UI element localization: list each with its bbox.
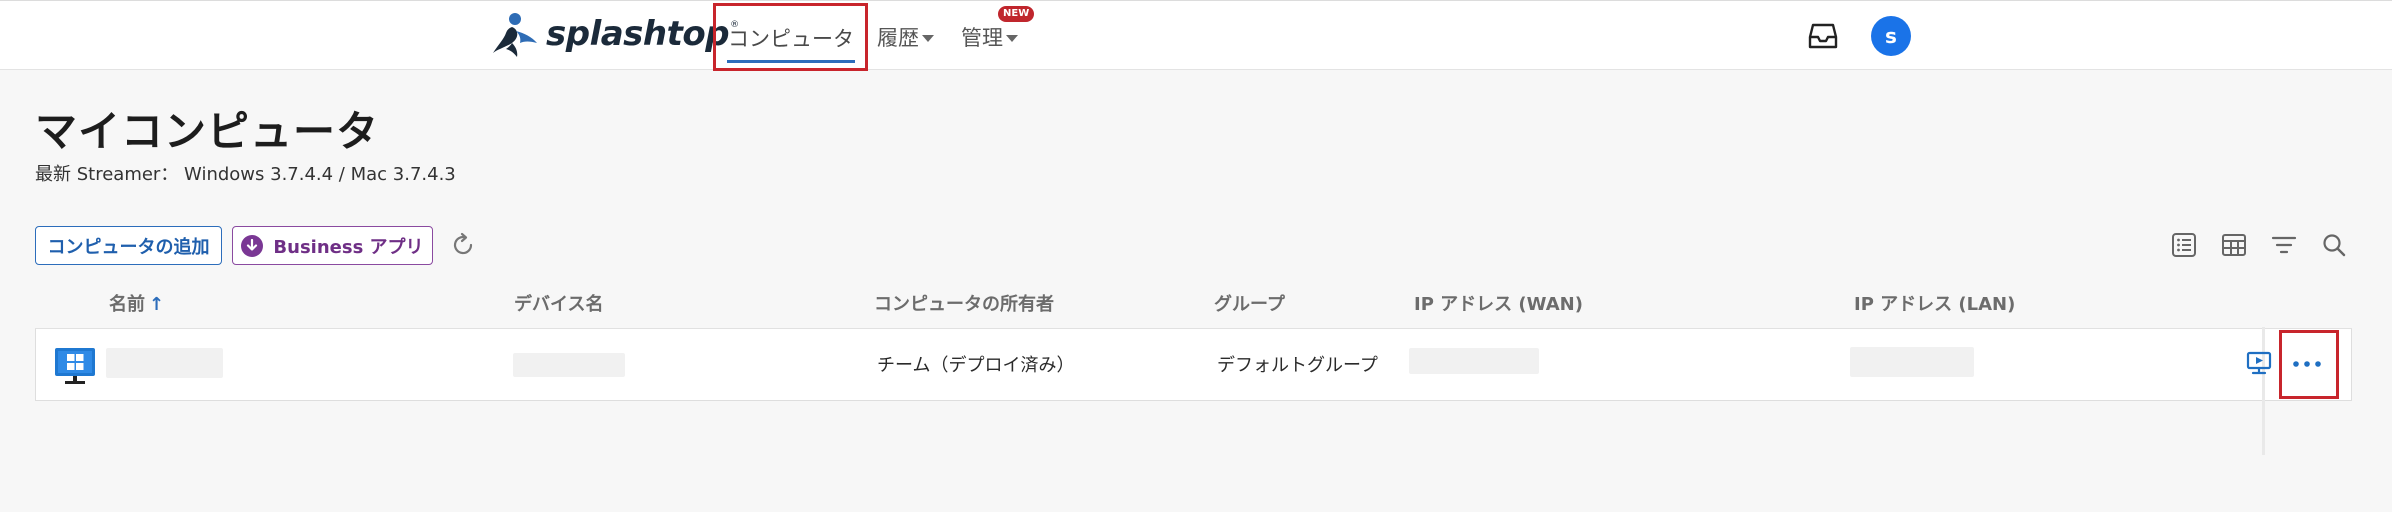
column-header-ip-wan[interactable]: IP アドレス (WAN) <box>1414 290 1583 316</box>
download-icon <box>241 234 264 257</box>
top-navigation-bar: splashtop ® コンピュータ 履歴 管理 NEW s <box>0 0 2392 71</box>
actions-column-divider <box>2262 327 2265 455</box>
refresh-icon[interactable] <box>449 231 477 259</box>
group-cell: デフォルトグループ <box>1217 355 1378 376</box>
latest-streamer-version: 最新 Streamer： Windows 3.7.4.4 / Mac 3.7.4… <box>35 164 456 185</box>
ip-wan-cell-redacted <box>1409 348 1539 374</box>
column-header-owner[interactable]: コンピュータの所有者 <box>874 290 1054 316</box>
remote-connect-icon[interactable] <box>2245 349 2273 377</box>
splashtop-logo[interactable]: splashtop ® <box>490 9 739 59</box>
search-icon[interactable] <box>2320 231 2348 259</box>
nav-admin-label: 管理 <box>961 26 1003 50</box>
owner-cell: チーム（デプロイ済み） <box>877 355 1075 376</box>
new-badge: NEW <box>998 6 1035 22</box>
chevron-down-icon <box>922 35 934 42</box>
nav-admin-menu[interactable]: 管理 <box>961 17 1018 57</box>
highlight-box-more-options <box>2279 330 2339 399</box>
business-app-label: Business アプリ <box>273 236 424 258</box>
add-computer-button[interactable]: コンピュータの追加 <box>35 226 222 265</box>
grid-view-icon[interactable] <box>2220 231 2248 259</box>
ip-lan-cell-redacted <box>1850 347 1974 377</box>
nav-history-label: 履歴 <box>877 26 919 50</box>
column-header-name-label: 名前 <box>109 294 145 315</box>
page-title: マイコンピュータ <box>35 107 380 156</box>
name-cell-redacted <box>106 348 223 378</box>
list-view-icon[interactable] <box>2170 231 2198 259</box>
brand-name: splashtop <box>546 14 730 54</box>
column-header-device[interactable]: デバイス名 <box>514 290 603 316</box>
chevron-down-icon <box>1006 35 1018 42</box>
highlight-box-computers <box>713 3 868 71</box>
column-header-name[interactable]: 名前 ↑ <box>109 290 164 316</box>
sort-ascending-icon[interactable]: ↑ <box>149 294 164 315</box>
windows-monitor-icon <box>55 348 95 384</box>
nav-history-menu[interactable]: 履歴 <box>877 17 934 57</box>
column-header-group[interactable]: グループ <box>1214 290 1285 316</box>
table-row[interactable]: チーム（デプロイ済み） デフォルトグループ <box>35 327 2352 455</box>
device-cell-redacted <box>513 353 625 377</box>
user-avatar[interactable]: s <box>1871 16 1911 56</box>
column-header-ip-lan[interactable]: IP アドレス (LAN) <box>1854 290 2015 316</box>
splashtop-mark-icon <box>493 13 537 57</box>
computer-table: 名前 ↑ デバイス名 コンピュータの所有者 グループ IP アドレス (WAN) … <box>35 275 2352 455</box>
table-header: 名前 ↑ デバイス名 コンピュータの所有者 グループ IP アドレス (WAN) … <box>35 275 2352 329</box>
business-app-button[interactable]: Business アプリ <box>232 226 433 265</box>
inbox-icon[interactable] <box>1808 22 1838 50</box>
filter-icon[interactable] <box>2270 231 2298 259</box>
